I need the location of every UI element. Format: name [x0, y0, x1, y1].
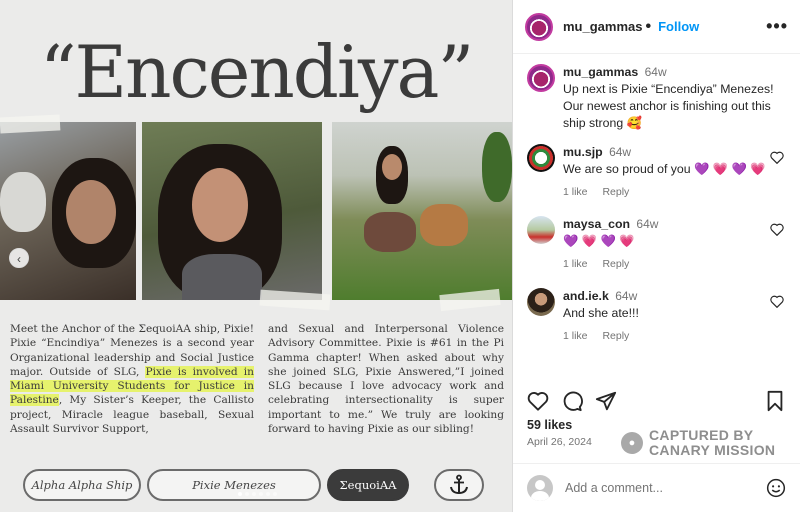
caption-body: mu_gammas 64w Up next is Pixie “Encendiy…	[563, 64, 786, 132]
post-date: April 26, 2024	[527, 436, 592, 448]
tape	[0, 114, 61, 134]
comment: and.ie.k 64w And she ate!!! 1 like Reply	[527, 288, 786, 345]
caption-username[interactable]: mu_gammas	[563, 65, 638, 79]
save-icon[interactable]	[764, 390, 786, 412]
comment: mu.sjp 64w We are so proud of you 💜 💗 💜 …	[527, 144, 786, 201]
pill-name: Pixie Menezes	[147, 469, 321, 501]
reply-button[interactable]: Reply	[602, 258, 629, 270]
carousel-prev-button[interactable]: ‹	[9, 248, 29, 268]
bio-left-column: Meet the Anchor of the ΣequoiAA ship, Pi…	[10, 322, 254, 436]
comments-list: mu_gammas 64w Up next is Pixie “Encendiy…	[513, 60, 800, 380]
watermark-line: CANARY MISSION	[649, 442, 776, 458]
comment-username[interactable]: maysa_con	[563, 217, 630, 231]
add-comment-bar	[513, 463, 800, 512]
share-icon[interactable]	[595, 390, 617, 412]
photo-dog	[420, 204, 468, 246]
comment-input[interactable]	[565, 481, 766, 495]
post-actions	[527, 388, 786, 414]
emoji-icon[interactable]	[766, 478, 786, 498]
comment-meta: 1 like Reply	[563, 256, 786, 273]
avatar	[527, 475, 553, 501]
caption-time: 64w	[644, 65, 667, 79]
comment-text: 💜 💗 💜 💗	[563, 234, 635, 248]
watermark-line: CAPTURED BY	[649, 427, 754, 443]
photo-pixie-portrait	[142, 122, 322, 300]
post-sidebar: mu_gammas • Follow ••• mu_gammas 64w Up …	[512, 0, 800, 512]
like-icon[interactable]	[527, 390, 549, 412]
comment-time: 64w	[609, 145, 632, 159]
likes-count[interactable]: 59 likes	[527, 418, 572, 432]
comment: maysa_con 64w 💜 💗 💜 💗 1 like Reply	[527, 216, 786, 273]
carousel-dot	[273, 492, 277, 496]
avatar[interactable]	[527, 288, 555, 316]
photo-pixie-cat	[0, 122, 136, 300]
photo-face	[192, 168, 248, 242]
caption-text: Up next is Pixie “Encendiya” Menezes! Ou…	[563, 82, 774, 130]
comment-meta: 1 like Reply	[563, 328, 786, 345]
carousel-dots	[238, 492, 277, 496]
heart-icon[interactable]	[770, 295, 784, 308]
avatar[interactable]	[527, 144, 555, 172]
avatar[interactable]	[525, 12, 553, 41]
photo-face	[66, 180, 116, 244]
photo-cat	[0, 172, 46, 232]
comment-body: and.ie.k 64w And she ate!!! 1 like Reply	[563, 288, 786, 345]
reply-button[interactable]: Reply	[602, 330, 629, 342]
anchor-icon	[450, 474, 468, 495]
heart-icon[interactable]	[770, 151, 784, 164]
comment-body: mu.sjp 64w We are so proud of you 💜 💗 💜 …	[563, 144, 786, 201]
comment-text: We are so proud of you 💜 💗 💜 💗	[563, 162, 766, 176]
comment-text: And she ate!!!	[563, 306, 639, 320]
comment-likes[interactable]: 1 like	[563, 330, 588, 342]
comment-username[interactable]: mu.sjp	[563, 145, 603, 159]
anchor-pill	[434, 469, 484, 501]
carousel-dot	[252, 492, 256, 496]
post-image: “Encendiya” ‹ Meet the Anchor of the Σeq…	[0, 0, 512, 512]
follow-button[interactable]: Follow	[658, 19, 699, 34]
comment-likes[interactable]: 1 like	[563, 258, 588, 270]
comment-username[interactable]: and.ie.k	[563, 289, 609, 303]
watermark-text: CAPTURED BY CANARY MISSION	[649, 428, 775, 458]
comment-body: maysa_con 64w 💜 💗 💜 💗 1 like Reply	[563, 216, 786, 273]
carousel-dot	[259, 492, 263, 496]
canary-logo-icon: ●	[621, 432, 643, 454]
comment-icon[interactable]	[561, 390, 583, 412]
photo-pixie-dog	[332, 122, 512, 300]
carousel-dot	[238, 492, 242, 496]
carousel-dot	[266, 492, 270, 496]
more-options-icon[interactable]: •••	[766, 16, 788, 37]
caption: mu_gammas 64w Up next is Pixie “Encendiy…	[527, 64, 786, 132]
watermark: ● CAPTURED BY CANARY MISSION	[621, 428, 775, 458]
photo-face	[382, 154, 402, 180]
bio-right-column: and Sexual and Interpersonal Violence Ad…	[268, 323, 504, 436]
photo-shirt	[182, 254, 262, 300]
separator: •	[645, 17, 652, 35]
carousel-dot	[245, 492, 249, 496]
header-username[interactable]: mu_gammas	[563, 19, 642, 34]
photo-shrub	[482, 132, 512, 202]
comment-meta: 1 like Reply	[563, 184, 786, 201]
caption-emoji: 🥰	[626, 116, 642, 130]
comment-time: 64w	[636, 217, 659, 231]
reply-button[interactable]: Reply	[602, 186, 629, 198]
pill-line: ΣequoiAA	[327, 469, 409, 501]
avatar[interactable]	[527, 64, 555, 92]
heart-icon[interactable]	[770, 223, 784, 236]
comment-time: 64w	[615, 289, 638, 303]
post-title: “Encendiya”	[39, 30, 475, 114]
pill-ship: Alpha Alpha Ship	[23, 469, 141, 501]
post-header: mu_gammas • Follow •••	[513, 0, 800, 54]
avatar[interactable]	[527, 216, 555, 244]
photo-dress	[364, 212, 416, 252]
comment-likes[interactable]: 1 like	[563, 186, 588, 198]
